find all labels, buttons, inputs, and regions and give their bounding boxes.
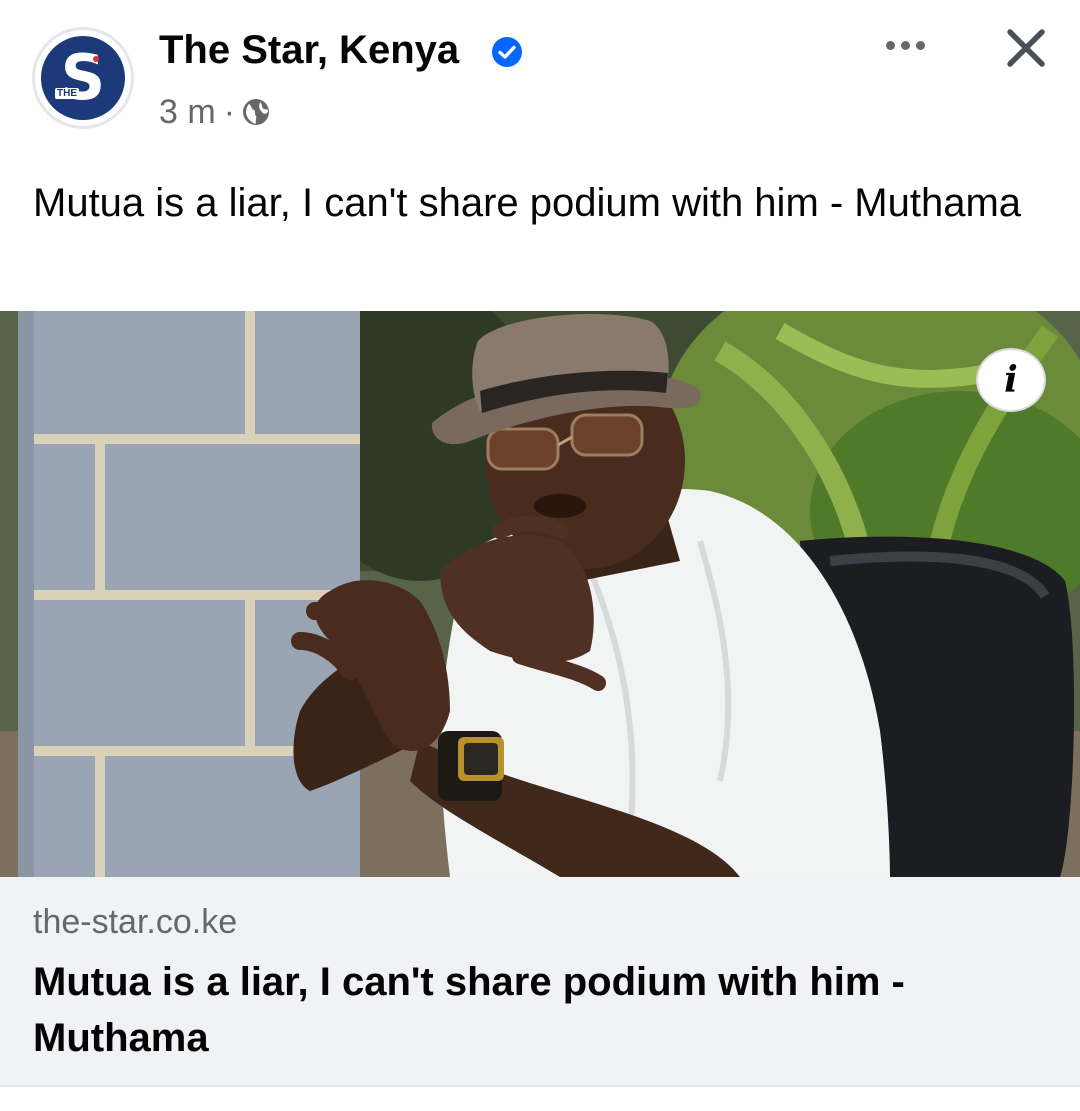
- avatar-letter: S: [60, 41, 106, 114]
- post-timestamp[interactable]: 3 m: [159, 93, 216, 132]
- more-dot: [915, 40, 925, 50]
- more-dot: [885, 40, 895, 50]
- post-caption: Mutua is a liar, I can't share podium wi…: [33, 181, 1022, 225]
- link-preview-card[interactable]: the-star.co.ke Mutua is a liar, I can't …: [0, 877, 1080, 1085]
- page-avatar[interactable]: S THE: [32, 27, 134, 129]
- more-dot: [900, 40, 910, 50]
- link-title: Mutua is a liar, I can't share podium wi…: [33, 960, 905, 1060]
- more-options-icon[interactable]: [876, 30, 934, 60]
- link-domain: the-star.co.ke: [33, 903, 238, 941]
- avatar-dot-icon: [93, 56, 99, 62]
- facebook-post: S THE The Star, Kenya 3 m · Mutua is a l…: [0, 0, 1080, 1111]
- globe-icon: [243, 99, 270, 125]
- avatar-logo: S THE: [41, 36, 125, 120]
- divider: [0, 1085, 1080, 1087]
- post-header: S THE The Star, Kenya 3 m ·: [0, 0, 1080, 150]
- verified-badge-icon: [492, 37, 522, 67]
- post-image[interactable]: [0, 311, 1080, 877]
- news-photo: [0, 311, 1080, 877]
- close-icon[interactable]: [1000, 22, 1052, 74]
- info-icon[interactable]: i: [976, 348, 1046, 412]
- meta-separator: ·: [223, 92, 236, 131]
- page-name-link[interactable]: The Star, Kenya: [159, 28, 459, 73]
- avatar-small-text: THE: [55, 88, 79, 99]
- post-meta: 3 m ·: [159, 90, 271, 134]
